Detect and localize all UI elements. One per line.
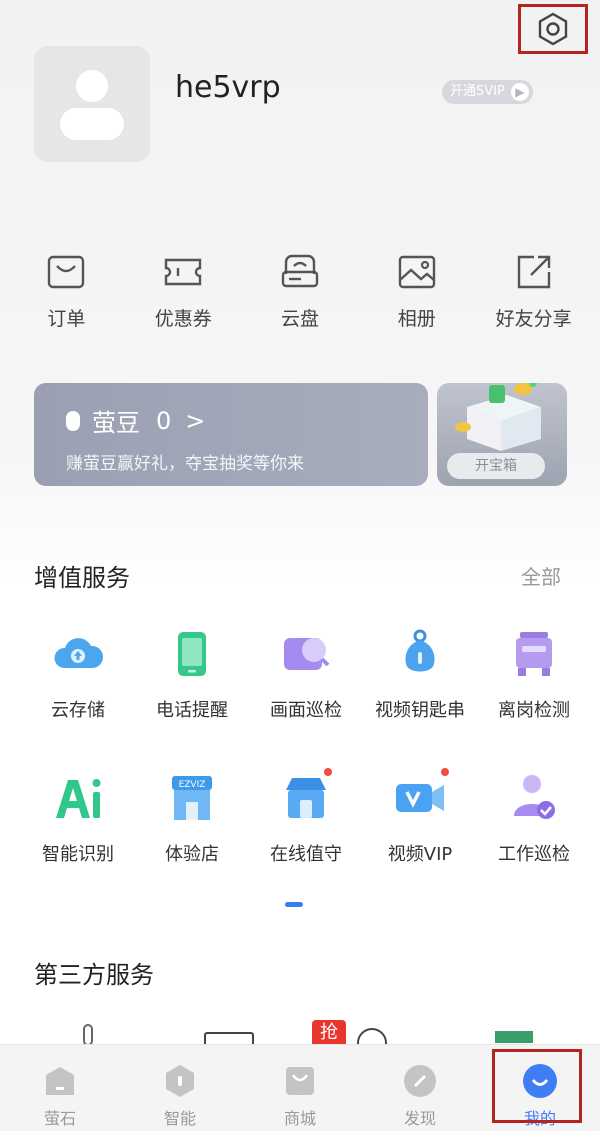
services-row-2: 智能识别 EZVIZ 体验店 在线值守 视频VIP 工作巡检 bbox=[0, 768, 600, 866]
mall-icon bbox=[286, 1067, 314, 1095]
service-phone-alert[interactable]: 电话提醒 bbox=[135, 628, 249, 722]
image-inspect-icon bbox=[284, 638, 330, 670]
cloud-drive-icon bbox=[281, 254, 319, 288]
quick-orders[interactable]: 订单 bbox=[8, 252, 125, 331]
bean-count: 0 bbox=[156, 406, 172, 435]
quick-coupons[interactable]: 优惠券 bbox=[125, 252, 242, 331]
svip-label: 开通SVIP bbox=[450, 84, 505, 99]
ai-icon bbox=[56, 779, 101, 818]
chevron-right-icon: ▶ bbox=[510, 83, 529, 101]
svip-button[interactable]: 开通SVIP ▶ bbox=[442, 80, 533, 104]
phone-icon bbox=[178, 632, 206, 676]
share-icon bbox=[517, 255, 550, 289]
third-party-peek: 抢 bbox=[0, 1015, 600, 1045]
photo-icon bbox=[398, 255, 435, 289]
open-treasure-button[interactable]: 开宝箱 bbox=[447, 453, 545, 479]
tab-label: 我的 bbox=[523, 1109, 556, 1128]
service-post-detect[interactable]: 离岗检测 bbox=[477, 628, 591, 722]
tab-bar: 萤石 智能 商城 发现 我的 bbox=[0, 1044, 600, 1131]
tab-smart[interactable]: 智能 bbox=[120, 1045, 240, 1131]
home-icon bbox=[46, 1067, 74, 1095]
treasure-box-icon bbox=[455, 383, 541, 451]
discover-icon bbox=[404, 1065, 436, 1097]
quick-actions: 订单 优惠券 云盘 相册 好友分享 bbox=[8, 252, 592, 331]
service-video-vip[interactable]: 视频VIP bbox=[363, 768, 477, 866]
bag-icon bbox=[48, 255, 85, 289]
ezviz-logo: EZVIZ bbox=[179, 780, 206, 790]
quick-label: 云盘 bbox=[280, 308, 319, 330]
service-label: 视频钥匙串 bbox=[375, 700, 465, 721]
service-label: 智能识别 bbox=[42, 844, 114, 865]
settings-button[interactable] bbox=[518, 4, 588, 54]
tab-label: 萤石 bbox=[43, 1109, 76, 1128]
service-cloud-storage[interactable]: 云存储 bbox=[21, 628, 135, 722]
bean-icon bbox=[66, 410, 80, 431]
services-row-1: 云存储 电话提醒 画面巡检 视频钥匙串 离岗检测 bbox=[0, 628, 600, 722]
quick-cloud-drive[interactable]: 云盘 bbox=[242, 252, 359, 331]
post-detect-icon bbox=[516, 632, 552, 676]
bean-subtitle: 赚萤豆赢好礼，夺宝抽奖等你来 bbox=[66, 454, 304, 474]
chevron-right-icon: > bbox=[185, 406, 206, 435]
service-label: 云存储 bbox=[51, 700, 105, 721]
service-label: 体验店 bbox=[165, 844, 219, 865]
service-ai-recognition[interactable]: 智能识别 bbox=[21, 772, 135, 866]
store-icon: EZVIZ bbox=[172, 776, 212, 820]
treasure-card[interactable]: 开宝箱 bbox=[437, 383, 567, 486]
service-label: 视频VIP bbox=[387, 844, 453, 865]
online-watch-icon bbox=[286, 778, 326, 818]
tab-label: 发现 bbox=[403, 1109, 436, 1128]
service-video-key[interactable]: 视频钥匙串 bbox=[363, 628, 477, 722]
bean-title: 萤豆 0 > bbox=[66, 403, 205, 438]
quick-label: 相册 bbox=[397, 308, 436, 330]
notification-dot bbox=[324, 768, 332, 776]
me-icon bbox=[523, 1064, 557, 1098]
tab-label: 商城 bbox=[283, 1109, 316, 1128]
quick-album[interactable]: 相册 bbox=[358, 252, 475, 331]
service-label: 离岗检测 bbox=[498, 700, 570, 721]
gear-icon bbox=[538, 12, 568, 46]
tab-discover[interactable]: 发现 bbox=[360, 1045, 480, 1131]
tab-home[interactable]: 萤石 bbox=[0, 1045, 120, 1131]
notification-dot bbox=[441, 768, 449, 776]
cloud-storage-icon bbox=[54, 638, 104, 668]
tab-mall[interactable]: 商城 bbox=[240, 1045, 360, 1131]
third-party-title: 第三方服务 bbox=[34, 961, 154, 989]
service-label: 电话提醒 bbox=[156, 700, 228, 721]
service-label: 在线值守 bbox=[270, 844, 342, 865]
page-indicator bbox=[285, 902, 303, 907]
video-vip-icon bbox=[396, 784, 444, 812]
service-work-inspect[interactable]: 工作巡检 bbox=[477, 772, 591, 866]
avatar[interactable] bbox=[34, 46, 150, 162]
quick-label: 订单 bbox=[47, 308, 86, 330]
bean-card[interactable]: 萤豆 0 > 赚萤豆赢好礼，夺宝抽奖等你来 bbox=[34, 383, 428, 486]
service-label: 工作巡检 bbox=[498, 844, 570, 865]
see-all-link[interactable]: 全部 bbox=[521, 561, 561, 590]
value-services-title: 增值服务 bbox=[34, 564, 130, 592]
service-experience-store[interactable]: EZVIZ 体验店 bbox=[135, 772, 249, 866]
tab-me[interactable]: 我的 bbox=[480, 1045, 600, 1131]
smart-icon bbox=[166, 1065, 194, 1097]
bean-label: 萤豆 bbox=[92, 409, 140, 437]
grab-badge: 抢 bbox=[312, 1020, 346, 1045]
ticket-icon bbox=[164, 258, 202, 286]
service-online-watch[interactable]: 在线值守 bbox=[249, 768, 363, 866]
service-image-inspect[interactable]: 画面巡检 bbox=[249, 628, 363, 722]
tab-label: 智能 bbox=[163, 1109, 196, 1128]
quick-label: 好友分享 bbox=[495, 308, 572, 330]
quick-label: 优惠券 bbox=[154, 308, 212, 330]
key-icon bbox=[405, 629, 435, 672]
service-label: 画面巡检 bbox=[270, 700, 342, 721]
quick-share[interactable]: 好友分享 bbox=[475, 252, 592, 331]
work-inspect-icon bbox=[514, 775, 555, 819]
user-icon bbox=[60, 70, 124, 140]
username: he5vrp bbox=[175, 70, 281, 105]
